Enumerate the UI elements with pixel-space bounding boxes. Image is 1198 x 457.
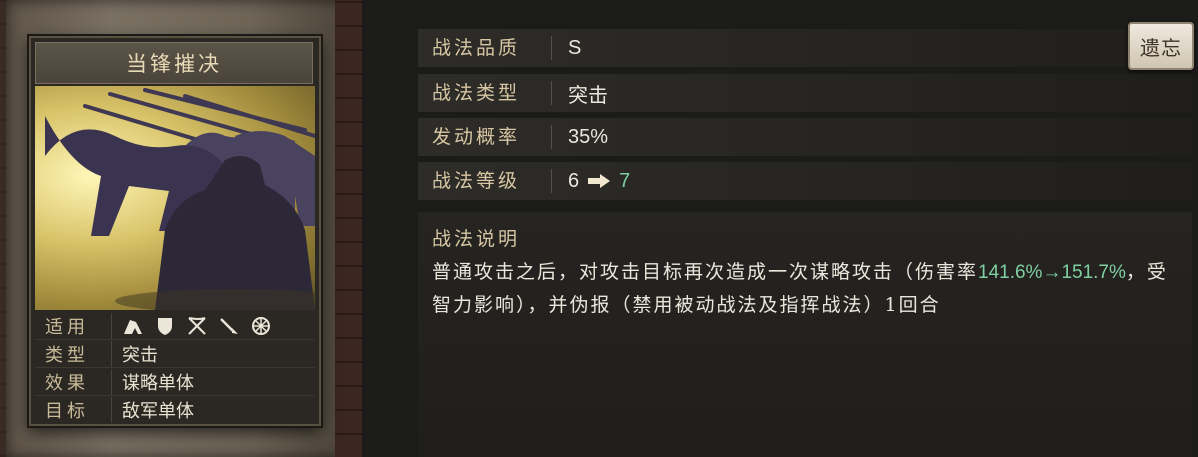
wheel-icon	[252, 316, 270, 335]
card-attribute-table: 适用 类型 突击 效果 谋略单体 目标 敌军单体	[35, 312, 315, 423]
attr-key: 适用	[35, 312, 112, 339]
skill-card: 当锋摧决 适用 类型 突击 效果 谋略单体 目标 敌军单体	[29, 36, 321, 426]
level-label: 战法等级	[418, 169, 552, 193]
bow-icon	[188, 316, 206, 335]
level-from: 6	[568, 169, 580, 192]
cavalry-icon	[124, 319, 142, 334]
quality-label: 战法品质	[418, 36, 552, 60]
card-artwork	[35, 86, 315, 310]
description-text-1: 普通攻击之后，对攻击目标再次造成一次谋略攻击（伤害率	[432, 261, 979, 283]
attr-key: 类型	[35, 340, 112, 367]
card-title-bar: 当锋摧决	[35, 42, 313, 84]
brick-wall	[335, 0, 362, 457]
info-row-type: 战法类型 突击	[418, 74, 1192, 112]
info-row-rate: 发动概率 35%	[418, 118, 1192, 156]
description-panel: 战法说明 普通攻击之后，对攻击目标再次造成一次谋略攻击（伤害率141.6%→15…	[418, 212, 1192, 457]
attr-value: 突击	[122, 344, 158, 366]
quality-value: S	[568, 36, 582, 59]
troop-type-icons	[112, 316, 272, 336]
attr-row-effect: 效果 谋略单体	[35, 368, 315, 396]
info-row-level: 战法等级 6 7	[418, 162, 1192, 200]
info-row-quality: 战法品质 S	[418, 29, 1192, 67]
rate-value: 35%	[568, 125, 609, 148]
attr-row-target: 目标 敌军单体	[35, 396, 315, 423]
level-value: 6 7	[552, 170, 630, 193]
attr-row-applicable: 适用	[35, 312, 315, 340]
cavalry-charge-illustration	[45, 88, 315, 310]
attr-key: 效果	[35, 368, 112, 395]
level-to: 7	[619, 169, 631, 192]
description-body: 普通攻击之后，对攻击目标再次造成一次谋略攻击（伤害率141.6%→151.7%，…	[432, 256, 1182, 321]
type-value: 突击	[568, 82, 608, 107]
card-title: 当锋摧决	[126, 52, 222, 76]
arrow-right-icon	[588, 174, 611, 188]
shield-icon	[158, 317, 172, 335]
description-title: 战法说明	[432, 228, 521, 250]
attr-key: 目标	[35, 396, 112, 423]
rate-label: 发动概率	[418, 125, 552, 149]
attr-row-type: 类型 突击	[35, 340, 315, 368]
attr-value: 谋略单体	[122, 372, 194, 394]
type-label: 战法类型	[418, 81, 552, 105]
forget-button[interactable]: 遗忘	[1128, 22, 1194, 70]
damage-rate-change: 141.6%→151.7%	[978, 262, 1126, 283]
spear-icon	[220, 317, 238, 334]
attr-value: 敌军单体	[122, 400, 194, 422]
